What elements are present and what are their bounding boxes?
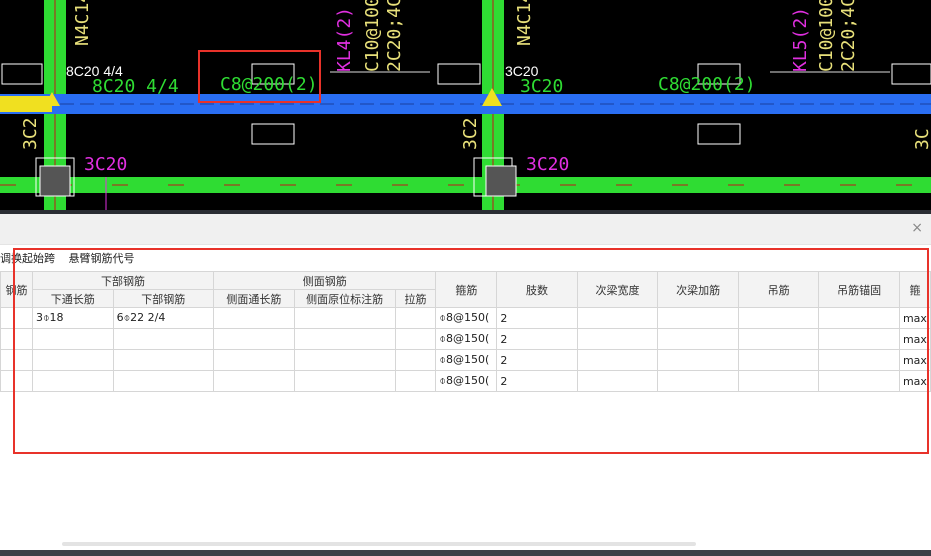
label-n4c14-left: N4C14 [72, 0, 93, 46]
label-3c20-mag-right: 3C20 [526, 154, 569, 175]
status-bar [0, 550, 931, 556]
cad-drawing: N4C14 N4C14 KL4(2) KL5(2) C10@100(2 2C20… [0, 0, 931, 212]
label-2c20-left: 2C20;4C2 [384, 0, 405, 72]
tag-box [697, 123, 741, 145]
label-8c20-green: 8C20 4/4 [92, 76, 179, 97]
tag-box [437, 63, 481, 85]
label-3c20-mag-left: 3C20 [84, 154, 127, 175]
label-c8-right: C8@200(2) [658, 74, 756, 95]
column-core [39, 165, 71, 197]
label-3c2-mid: 3C2 [460, 117, 481, 150]
label-kl5: KL5(2) [790, 7, 811, 72]
label-3c-right: 3C [912, 128, 931, 150]
label-3c2-left: 3C2 [20, 117, 41, 150]
label-n4c14-right: N4C14 [514, 0, 535, 46]
label-c10-right: C10@100(2 [816, 0, 837, 72]
tag-box [1, 63, 43, 85]
column-core [485, 165, 517, 197]
label-c10-left: C10@100(2 [362, 0, 383, 72]
panel-title-bar: × [0, 214, 931, 245]
tag-box [251, 123, 295, 145]
selected-beam-end [0, 96, 52, 112]
rebar-table-panel: × 调换起始跨 悬臂钢筋代号 钢筋 下部钢筋 侧面钢筋 箍筋 肢数 次梁宽度 次… [0, 214, 931, 556]
close-icon[interactable]: × [911, 220, 923, 236]
label-2c20-right: 2C20;4C2 [838, 0, 859, 72]
tag-box [891, 63, 931, 85]
label-kl4: KL4(2) [334, 7, 355, 72]
cad-canvas[interactable]: N4C14 N4C14 KL4(2) KL5(2) C10@100(2 2C20… [0, 0, 931, 212]
label-3c20-green: 3C20 [520, 76, 563, 97]
highlight-box-cad [198, 50, 321, 103]
highlight-box-table [13, 248, 929, 454]
horizontal-scrollbar[interactable] [62, 542, 696, 546]
